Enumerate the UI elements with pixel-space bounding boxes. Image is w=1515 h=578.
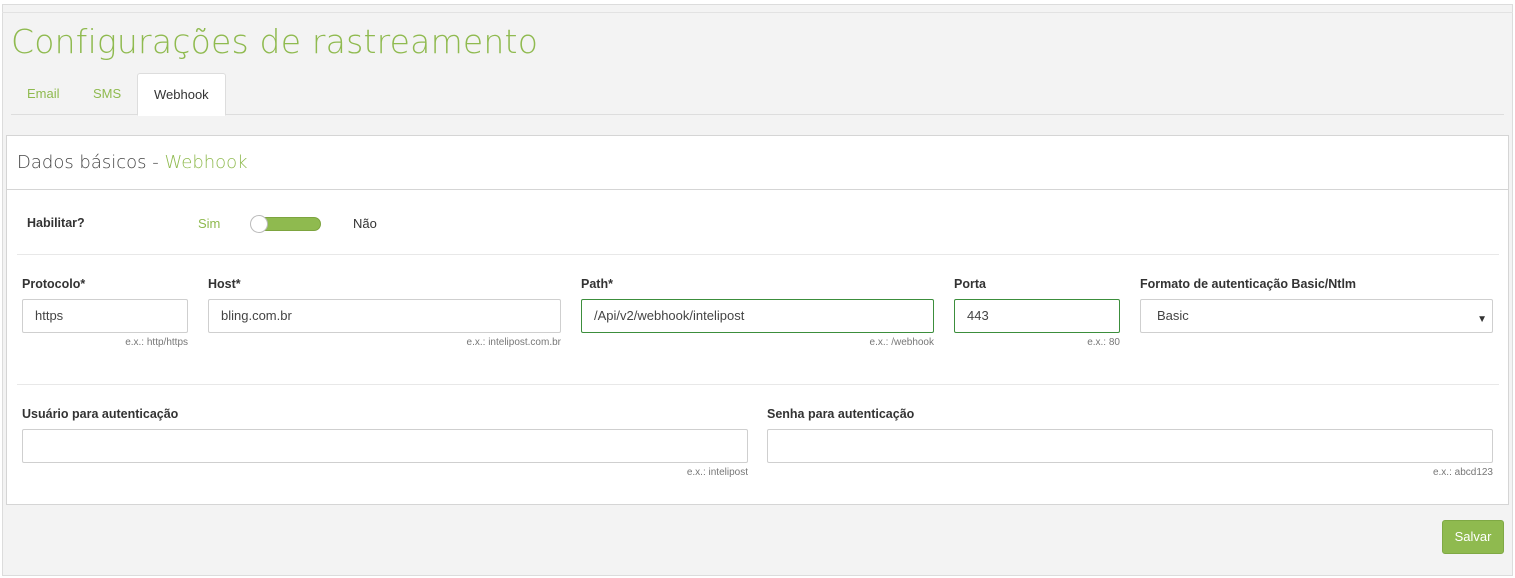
- top-divider: [2, 12, 1513, 13]
- auth-password-hint: e.x.: abcd123: [1432, 467, 1493, 478]
- page-title: Configurações de rastreamento: [11, 22, 539, 61]
- panel-title-prefix: Dados básicos -: [17, 152, 165, 173]
- tab-webhook[interactable]: Webhook: [137, 73, 226, 116]
- protocol-field: Protocolo* https e.x.: http/https: [22, 277, 188, 348]
- auth-format-field: Formato de autenticação Basic/Ntlm Basic…: [1140, 277, 1493, 333]
- divider: [17, 254, 1499, 255]
- port-input[interactable]: 443: [954, 299, 1120, 333]
- save-button[interactable]: Salvar: [1442, 520, 1504, 554]
- protocol-hint: e.x.: http/https: [125, 337, 188, 348]
- tab-email[interactable]: Email: [11, 73, 76, 115]
- webhook-panel: Dados básicos - Webhook Habilitar? Sim N…: [6, 135, 1509, 505]
- auth-password-input[interactable]: [767, 429, 1493, 463]
- auth-password-field: Senha para autenticação e.x.: abcd123: [767, 407, 1493, 478]
- host-field: Host* bling.com.br e.x.: intelipost.com.…: [208, 277, 561, 348]
- toggle-knob[interactable]: [250, 215, 268, 233]
- auth-format-select[interactable]: Basic: [1140, 299, 1493, 333]
- auth-user-label: Usuário para autenticação: [22, 407, 179, 421]
- auth-password-label: Senha para autenticação: [767, 407, 915, 421]
- panel-title-accent: Webhook: [164, 152, 248, 173]
- protocol-input[interactable]: https: [22, 299, 188, 333]
- port-hint: e.x.: 80: [1087, 337, 1120, 348]
- auth-user-hint: e.x.: intelipost: [686, 467, 748, 478]
- port-label: Porta: [954, 277, 986, 291]
- port-field: Porta 443 e.x.: 80: [954, 277, 1120, 348]
- path-label: Path*: [581, 277, 613, 291]
- divider: [17, 384, 1499, 385]
- tab-bar: Email SMS Webhook: [11, 73, 1504, 116]
- host-label: Host*: [208, 277, 241, 291]
- auth-format-label: Formato de autenticação Basic/Ntlm: [1140, 277, 1357, 291]
- enable-toggle[interactable]: [250, 215, 321, 233]
- toggle-yes-label[interactable]: Sim: [198, 216, 220, 231]
- auth-user-field: Usuário para autenticação e.x.: intelipo…: [22, 407, 748, 478]
- toggle-no-label[interactable]: Não: [353, 216, 377, 231]
- host-input[interactable]: bling.com.br: [208, 299, 561, 333]
- enable-row: Habilitar? Sim Não: [27, 214, 1507, 233]
- tab-sms[interactable]: SMS: [77, 73, 137, 115]
- path-field: Path* /Api/v2/webhook/intelipost e.x.: /…: [581, 277, 934, 348]
- path-input[interactable]: /Api/v2/webhook/intelipost: [581, 299, 934, 333]
- path-hint: e.x.: /webhook: [869, 337, 934, 348]
- host-hint: e.x.: intelipost.com.br: [466, 337, 561, 348]
- protocol-label: Protocolo*: [22, 277, 86, 291]
- enable-label: Habilitar?: [27, 216, 85, 230]
- auth-user-input[interactable]: [22, 429, 748, 463]
- panel-title: Dados básicos - Webhook: [7, 136, 1508, 190]
- chevron-down-icon[interactable]: ▼: [1477, 314, 1487, 325]
